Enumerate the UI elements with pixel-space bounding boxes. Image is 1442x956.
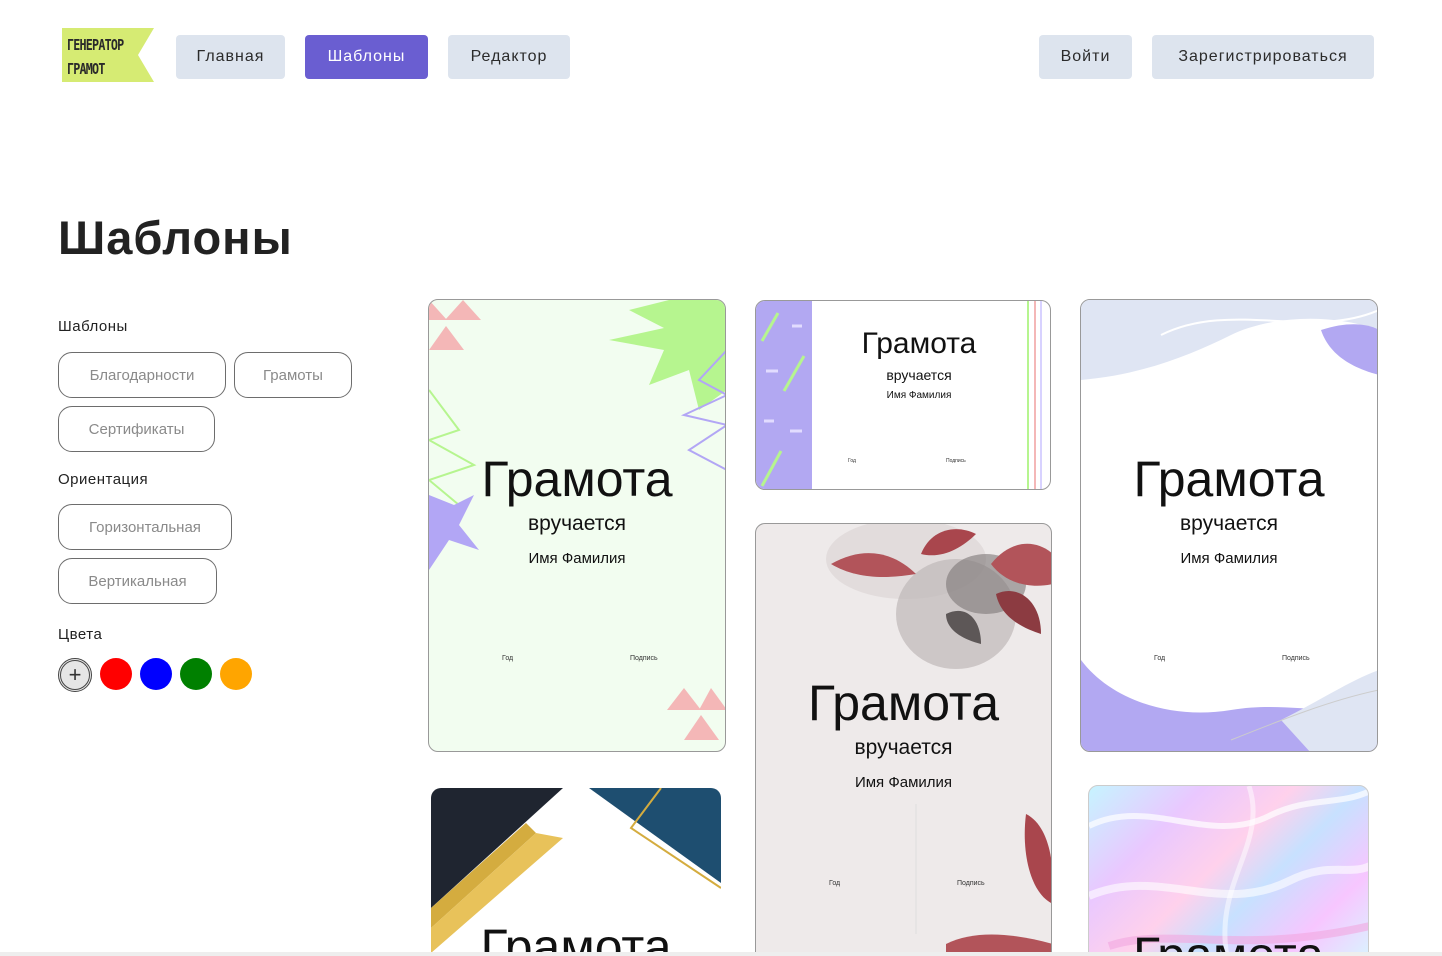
register-button[interactable]: Зарегистрироваться (1152, 35, 1374, 79)
color-swatch-orange[interactable] (220, 658, 252, 690)
template-card-holographic[interactable]: Грамота (1088, 785, 1369, 956)
card-subtitle: вручается (854, 736, 953, 759)
page: ГЕНЕРАТОР ГРАМОТ Главная Шаблоны Редакто… (0, 0, 1442, 956)
color-swatch-green[interactable] (180, 658, 212, 690)
card-subtitle: вручается (528, 512, 626, 535)
card-name: Имя Фамилия (886, 390, 952, 401)
page-bottom-edge (0, 952, 1442, 956)
card-name: Имя Фамилия (528, 550, 626, 567)
template-card-horizontal-purple[interactable]: Грамота вручается Имя Фамилия Год Подпис… (755, 300, 1051, 490)
filter-thanks-button[interactable]: Благодарности (58, 352, 226, 398)
card-year: Год (502, 655, 514, 662)
card-subtitle: вручается (886, 367, 952, 383)
card-title: Грамота (861, 327, 977, 360)
nav-home-button[interactable]: Главная (176, 35, 285, 79)
card-name: Имя Фамилия (1180, 550, 1278, 567)
card-signature: Подпись (1282, 655, 1310, 662)
plus-icon: + (68, 662, 82, 687)
nav-editor-button[interactable]: Редактор (448, 35, 570, 79)
card-signature: Подпись (630, 655, 658, 662)
card-year: Год (1154, 655, 1166, 662)
login-button[interactable]: Войти (1039, 35, 1132, 79)
page-title: Шаблоны (58, 211, 293, 264)
nav-templates-button[interactable]: Шаблоны (305, 35, 428, 79)
card-signature: Подпись (946, 458, 966, 464)
filter-label-templates: Шаблоны (58, 318, 128, 335)
filter-horizontal-button[interactable]: Горизонтальная (58, 504, 232, 550)
logo-text: ГЕНЕРАТОР ГРАМОТ (67, 36, 124, 78)
add-color-button[interactable]: + (58, 658, 92, 692)
card-signature: Подпись (957, 880, 985, 887)
color-swatch-red[interactable] (100, 658, 132, 690)
filter-label-orientation: Ориентация (58, 471, 149, 488)
card-title: Грамота (807, 675, 1000, 731)
card-title: Грамота (480, 919, 672, 956)
template-card-waves[interactable]: Грамота вручается Имя Фамилия Год Подпис… (1080, 299, 1378, 752)
card-title: Грамота (481, 451, 673, 507)
filter-label-colors: Цвета (58, 626, 103, 643)
card-year: Год (848, 458, 856, 464)
logo[interactable]: ГЕНЕРАТОР ГРАМОТ (62, 28, 154, 82)
card-title: Грамота (1133, 451, 1325, 507)
filter-vertical-button[interactable]: Вертикальная (58, 558, 217, 604)
template-card-green-stars[interactable]: Грамота вручается Имя Фамилия Год Подпис… (428, 299, 726, 752)
template-card-navy-gold[interactable]: Грамота (431, 788, 721, 956)
filter-diplomas-button[interactable]: Грамоты (234, 352, 352, 398)
filter-certificates-button[interactable]: Сертификаты (58, 406, 215, 452)
card-subtitle: вручается (1180, 512, 1278, 535)
color-swatch-blue[interactable] (140, 658, 172, 690)
card-year: Год (829, 880, 841, 887)
card-name: Имя Фамилия (854, 774, 953, 791)
template-card-leaves[interactable]: Грамота вручается Имя Фамилия Год Подпис… (755, 523, 1052, 956)
